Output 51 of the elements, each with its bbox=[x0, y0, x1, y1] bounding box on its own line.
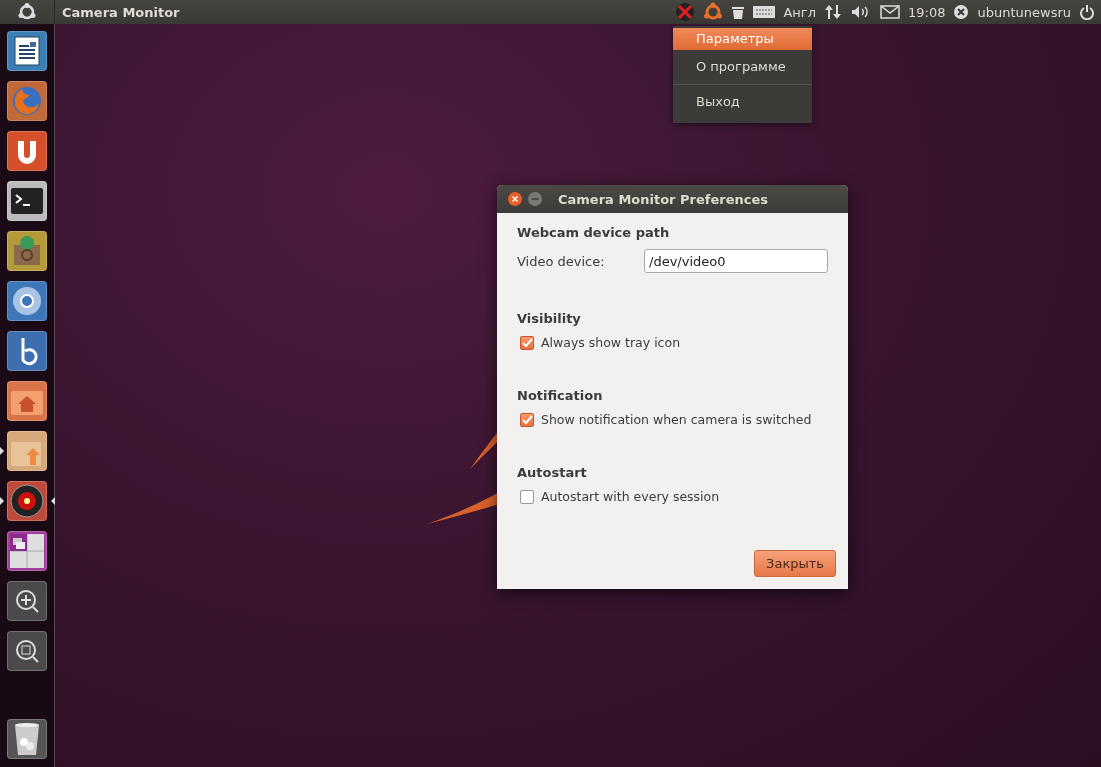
clock[interactable]: 19:08 bbox=[908, 4, 946, 20]
launcher-item[interactable] bbox=[7, 281, 47, 321]
shopping-bag-icon bbox=[12, 235, 42, 267]
launcher-item[interactable] bbox=[7, 181, 47, 221]
zoom-in-icon bbox=[14, 588, 40, 614]
section-heading: Autostart bbox=[517, 465, 588, 480]
launcher-item[interactable] bbox=[7, 531, 47, 571]
section-heading: Webcam device path bbox=[517, 225, 671, 240]
trash-icon bbox=[13, 722, 41, 756]
app-title: Camera Monitor bbox=[62, 4, 180, 20]
close-button[interactable]: Закрыть bbox=[754, 550, 836, 577]
checkbox[interactable] bbox=[520, 412, 534, 427]
user-status-icon[interactable] bbox=[953, 4, 970, 20]
launcher-item[interactable] bbox=[7, 481, 47, 521]
checkbox-label[interactable]: Show notification when camera is switched bbox=[541, 412, 812, 427]
keyboard-layout[interactable]: Англ bbox=[783, 4, 816, 20]
launcher-item[interactable] bbox=[7, 631, 47, 671]
document-icon bbox=[14, 36, 40, 66]
mail-icon[interactable] bbox=[880, 5, 900, 19]
camera-lens-icon bbox=[10, 484, 44, 518]
workspaces-icon bbox=[10, 534, 44, 568]
network-icon[interactable] bbox=[824, 3, 842, 21]
zoom-icon bbox=[14, 638, 40, 664]
trash-icon[interactable] bbox=[731, 4, 746, 20]
keyboard-icon[interactable] bbox=[753, 6, 776, 18]
close-icon[interactable] bbox=[507, 191, 523, 207]
window-title: Camera Monitor Preferences bbox=[558, 191, 769, 207]
checkbox[interactable] bbox=[520, 489, 534, 504]
launcher-item[interactable] bbox=[7, 581, 47, 621]
section-heading: Notification bbox=[517, 388, 604, 403]
launcher-item[interactable] bbox=[7, 131, 47, 171]
chromium-icon bbox=[11, 285, 43, 317]
terminal-icon bbox=[11, 188, 43, 214]
menu-item[interactable]: Выход bbox=[673, 91, 812, 113]
menu-item[interactable]: О программе bbox=[673, 56, 812, 78]
checkbox[interactable] bbox=[520, 335, 534, 350]
user-name[interactable]: ubuntunewsru bbox=[977, 4, 1071, 20]
checkbox-label[interactable]: Always show tray icon bbox=[541, 335, 681, 350]
field-label: Video device: bbox=[517, 253, 605, 269]
input-field[interactable]: /dev/video0 bbox=[644, 249, 828, 273]
launcher-item[interactable] bbox=[7, 331, 47, 371]
launcher-item[interactable] bbox=[7, 231, 47, 271]
launcher-item[interactable] bbox=[7, 719, 47, 759]
checkbox-label[interactable]: Autostart with every session bbox=[541, 489, 720, 504]
globe-fox-icon bbox=[11, 85, 43, 117]
power-icon[interactable] bbox=[1079, 4, 1095, 20]
ubuntu-logo-icon[interactable] bbox=[703, 2, 724, 22]
section-heading: Visibility bbox=[517, 311, 582, 326]
launcher-item[interactable] bbox=[7, 31, 47, 71]
camera-indicator-icon[interactable] bbox=[675, 2, 696, 22]
ubuntu-logo-icon[interactable] bbox=[18, 3, 36, 21]
